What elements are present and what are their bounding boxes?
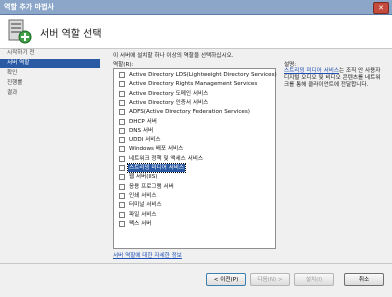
role-label: 파일 서비스	[129, 211, 157, 218]
page-title: 서버 역할 선택	[40, 29, 102, 40]
role-label: Active Directory 도메인 서비스	[129, 90, 209, 97]
sidebar-item-confirmation[interactable]: 확인	[0, 69, 100, 78]
role-item[interactable]: 인쇄 서비스	[116, 192, 274, 200]
role-checkbox[interactable]	[119, 211, 125, 218]
role-label: DHCP 서버	[129, 118, 157, 125]
role-item[interactable]: Active Directory 인증서 서비스	[116, 99, 274, 107]
install-button[interactable]: 설치(I)	[294, 273, 334, 286]
wizard-window: 역할 추가 마법사 ✕ 서버 역할 선택 시작하기 전 서버 역할 확인 진행률…	[0, 0, 392, 297]
roles-label: 역할(R):	[113, 62, 134, 68]
description-text: 스트리밍 미디어 서비스는 조직 안 사용자 디지털 오디오 및 비디오 콘텐츠…	[284, 68, 384, 89]
role-checkbox[interactable]	[119, 202, 125, 209]
role-label: DNS 서버	[129, 127, 154, 134]
description-link[interactable]: 스트리밍 미디어 서비스	[284, 68, 339, 74]
role-item[interactable]: 응용 프로그램 서버	[116, 183, 274, 191]
wizard-footer: < 이전(P) 다음(N) > 설치(I) 취소	[0, 263, 392, 297]
role-item[interactable]: DHCP 서버	[116, 118, 274, 126]
role-item[interactable]: Active Directory LDS(Lightweight Directo…	[116, 71, 277, 79]
role-label: 네트워크 정책 및 액세스 서비스	[129, 155, 204, 162]
sidebar-item-progress[interactable]: 진행률	[0, 79, 100, 88]
role-checkbox[interactable]	[119, 127, 125, 134]
role-label: Active Directory LDS(Lightweight Directo…	[129, 72, 277, 78]
role-label: Windows 배포 서비스	[129, 146, 184, 153]
role-item[interactable]: Windows 배포 서비스	[116, 145, 274, 153]
role-checkbox[interactable]	[119, 155, 125, 162]
role-label: Active Directory Rights Management Servi…	[129, 81, 258, 88]
role-item[interactable]: UDDI 서비스	[116, 136, 274, 144]
sidebar-item-before-you-begin[interactable]: 시작하기 전	[0, 49, 100, 58]
roles-list[interactable]: Active Directory LDS(Lightweight Directo…	[113, 68, 277, 249]
role-checkbox[interactable]	[119, 109, 125, 116]
role-item[interactable]: 팩스 서버	[116, 220, 274, 228]
role-item[interactable]: Active Directory 도메인 서비스	[116, 90, 274, 98]
title-bar[interactable]: 역할 추가 마법사 ✕	[0, 0, 392, 15]
role-item[interactable]: Active Directory Rights Management Servi…	[116, 80, 274, 88]
window-title: 역할 추가 마법사	[4, 3, 54, 11]
role-item[interactable]: DNS 서버	[116, 127, 274, 135]
role-label: 웹 서버(IIS)	[129, 174, 158, 181]
role-checkbox[interactable]	[119, 165, 125, 171]
sidebar-item-server-roles[interactable]: 서버 역할	[0, 59, 100, 68]
role-item[interactable]: 파일 서비스	[116, 211, 274, 219]
role-checkbox[interactable]	[119, 81, 125, 88]
role-item[interactable]: 웹 서버(IIS)	[116, 173, 274, 181]
role-checkbox[interactable]	[119, 220, 125, 227]
role-label: UDDI 서비스	[129, 137, 161, 144]
role-label: 팩스 서버	[129, 220, 152, 227]
role-checkbox[interactable]	[119, 146, 125, 153]
role-checkbox[interactable]	[119, 183, 125, 190]
main-panel: 이 서버에 설치할 하나 이상의 역할을 선택하십시오. 역할(R): 설명: …	[108, 49, 388, 263]
server-roles-icon	[8, 19, 32, 44]
role-checkbox[interactable]	[119, 90, 125, 97]
cancel-button[interactable]: 취소	[344, 273, 384, 286]
role-item[interactable]: 터미널 서비스	[116, 201, 274, 209]
role-label: 응용 프로그램 서버	[129, 183, 174, 190]
role-item[interactable]: 네트워크 정책 및 액세스 서비스	[116, 155, 274, 163]
role-checkbox[interactable]	[119, 192, 125, 199]
more-info-link[interactable]: 서버 역할에 대한 자세한 정보	[113, 251, 182, 259]
role-label: 스트리밍 미디어 서비스	[126, 163, 187, 173]
next-button[interactable]: 다음(N) >	[250, 273, 290, 286]
close-button[interactable]: ✕	[373, 2, 389, 14]
role-checkbox[interactable]	[119, 118, 125, 125]
instruction-text: 이 서버에 설치할 하나 이상의 역할을 선택하십시오.	[113, 53, 234, 59]
role-checkbox[interactable]	[119, 72, 125, 78]
role-label: 터미널 서비스	[129, 202, 162, 209]
wizard-header: 서버 역할 선택	[0, 15, 392, 49]
role-item[interactable]: 스트리밍 미디어 서비스	[116, 163, 274, 173]
role-checkbox[interactable]	[119, 137, 125, 144]
role-item[interactable]: ADFS(Active Directory Federation Service…	[116, 108, 274, 116]
role-checkbox[interactable]	[119, 99, 125, 106]
wizard-sidebar: 시작하기 전 서버 역할 확인 진행률 결과	[0, 49, 100, 249]
role-label: Active Directory 인증서 서비스	[129, 99, 209, 106]
role-label: ADFS(Active Directory Federation Service…	[129, 109, 250, 116]
description-label: 설명:	[284, 62, 297, 68]
role-label: 인쇄 서비스	[129, 192, 157, 199]
role-checkbox[interactable]	[119, 174, 125, 181]
sidebar-item-results[interactable]: 결과	[0, 89, 100, 98]
previous-button[interactable]: < 이전(P)	[206, 273, 246, 286]
